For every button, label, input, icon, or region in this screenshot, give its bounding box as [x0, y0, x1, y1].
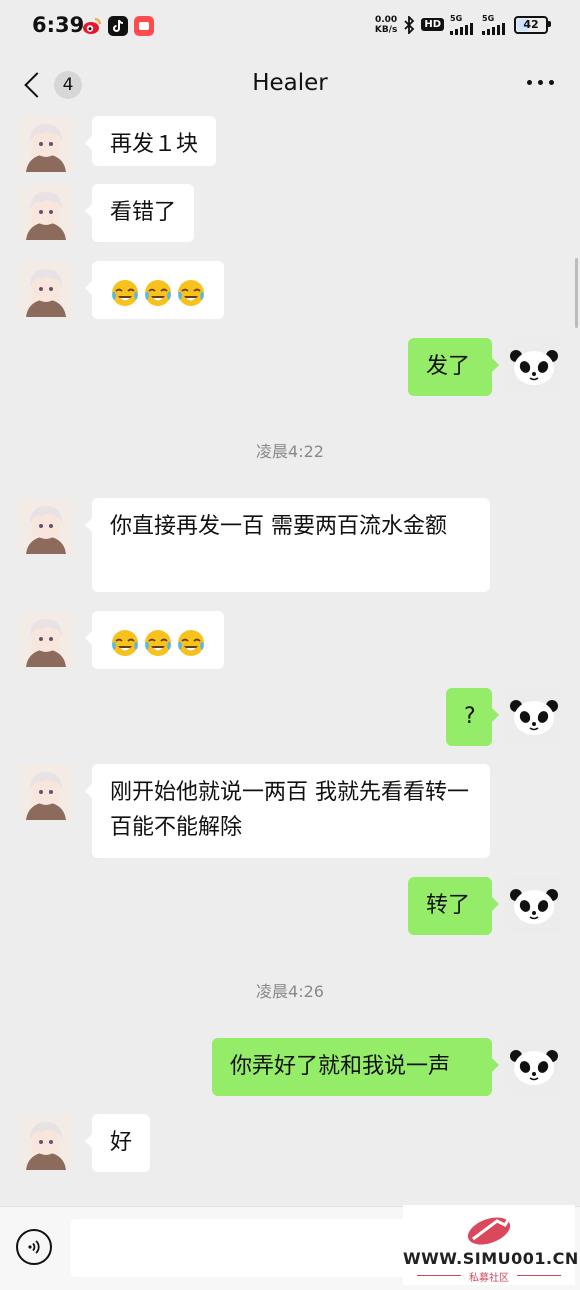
chat-header: 4 Healer [0, 54, 580, 116]
weibo-icon [82, 16, 102, 36]
incoming-message-bubble[interactable] [85, 261, 224, 319]
laugh-cry-emoji [112, 280, 138, 306]
laugh-cry-emoji [112, 630, 138, 656]
contact-avatar[interactable] [18, 184, 74, 240]
laugh-cry-emoji [178, 280, 204, 306]
notification-icons [82, 16, 154, 36]
watermark-subtitle: 私募社区 [469, 1273, 509, 1284]
douyin-icon [108, 16, 128, 36]
outgoing-message-bubble[interactable]: 转了 [408, 877, 499, 935]
message-text: 转了 [426, 893, 471, 918]
contact-avatar[interactable] [18, 1114, 74, 1170]
watermark-url: WWW.SIMU001.CN [403, 1249, 579, 1268]
message-text: 你直接再发一百 需要两百流水金额 [110, 514, 447, 539]
message-text: 发了 [426, 354, 471, 379]
panda-avatar-icon [506, 338, 562, 394]
message-text: 刚开始他就说一两百 我就先看看转一百能不能解除 [110, 780, 469, 840]
outgoing-message-bubble[interactable]: 发了 [408, 338, 499, 396]
sim1-signal: 5G [450, 14, 476, 35]
bluetooth-icon [404, 15, 415, 34]
signal-bars-icon [450, 23, 473, 35]
dot-icon [538, 80, 543, 85]
contact-avatar[interactable] [18, 764, 74, 820]
incoming-message-bubble[interactable]: 再发１块 [84, 116, 217, 166]
sim2-signal: 5G [482, 14, 508, 35]
message-text: ? [464, 704, 476, 729]
outgoing-message-bubble[interactable]: 你弄好了就和我说一声 [212, 1038, 499, 1096]
message-text: 再发１块 [110, 132, 199, 157]
my-avatar[interactable] [506, 1038, 562, 1094]
my-avatar[interactable] [506, 688, 562, 744]
contact-avatar[interactable] [18, 116, 74, 172]
voice-wave-icon [28, 1240, 40, 1254]
incoming-message-bubble[interactable]: 刚开始他就说一两百 我就先看看转一百能不能解除 [85, 764, 490, 858]
emoji-row [110, 622, 206, 658]
my-avatar[interactable] [506, 338, 562, 394]
signal-bars-icon [482, 23, 505, 35]
anime-boy-avatar-icon [18, 261, 74, 317]
incoming-message-bubble[interactable]: 看错了 [84, 184, 195, 242]
contact-avatar[interactable] [18, 611, 74, 667]
emoji-row [110, 272, 206, 308]
anime-boy-avatar-icon [18, 116, 74, 172]
incoming-message-bubble[interactable] [85, 611, 224, 669]
anime-boy-avatar-icon [18, 1114, 74, 1170]
anime-boy-avatar-icon [18, 611, 74, 667]
voice-input-button[interactable] [16, 1229, 52, 1265]
my-avatar[interactable] [506, 877, 562, 933]
anime-boy-avatar-icon [18, 764, 74, 820]
system-indicators: 0.00 KB/s HD 5G 5G 42 [374, 14, 551, 35]
laugh-cry-emoji [145, 630, 171, 656]
message-timestamp: 凌晨4:22 [256, 442, 324, 461]
divider [517, 1275, 561, 1276]
incoming-message-bubble[interactable]: 好 [84, 1114, 151, 1172]
contact-avatar[interactable] [18, 498, 74, 554]
message-text: 好 [110, 1130, 133, 1155]
hd-voice-badge: HD [421, 18, 444, 31]
panda-avatar-icon [506, 688, 562, 744]
incoming-message-bubble[interactable]: 你直接再发一百 需要两百流水金额 [85, 498, 490, 592]
laugh-cry-emoji [178, 630, 204, 656]
community-icon [134, 16, 154, 36]
watermark: WWW.SIMU001.CN 私募社区 [403, 1205, 579, 1285]
message-text: 看错了 [110, 200, 177, 225]
chat-title: Healer [252, 70, 328, 96]
outgoing-message-bubble[interactable]: ? [446, 688, 499, 746]
status-bar: 6:39 0.00 KB/s HD 5G 5G 42 [0, 0, 580, 54]
panda-avatar-icon [506, 1038, 562, 1094]
laugh-cry-emoji [145, 280, 171, 306]
scrollbar[interactable] [575, 258, 578, 328]
battery-icon: 42 [514, 15, 551, 34]
simu-logo-icon [467, 1214, 513, 1245]
dot-icon [527, 80, 532, 85]
more-options-button[interactable] [527, 80, 554, 85]
message-timestamp: 凌晨4:26 [256, 982, 324, 1001]
anime-boy-avatar-icon [18, 184, 74, 240]
dot-icon [549, 80, 554, 85]
message-list[interactable]: 再发１块 看错了 发了 凌晨4:22 你直接再发一百 需要两百流水金额 ? 刚开… [0, 116, 580, 1206]
contact-avatar[interactable] [18, 261, 74, 317]
status-time: 6:39 [32, 13, 85, 37]
anime-boy-avatar-icon [18, 498, 74, 554]
network-speed: 0.00 KB/s [374, 14, 398, 35]
panda-avatar-icon [506, 877, 562, 933]
message-text: 你弄好了就和我说一声 [230, 1054, 451, 1079]
